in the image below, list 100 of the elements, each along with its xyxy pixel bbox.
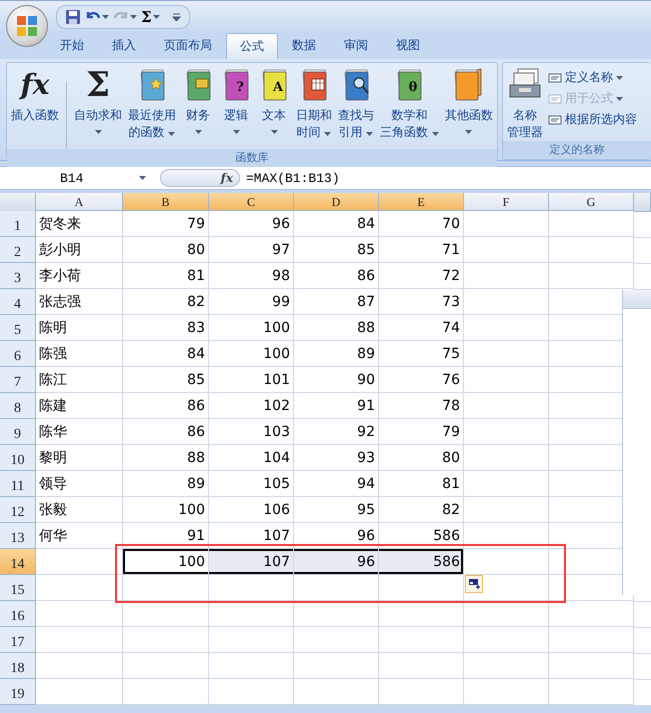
column-header[interactable]: C <box>209 193 294 211</box>
name-box[interactable]: B14 <box>0 167 150 189</box>
table-cell: 90 <box>294 367 379 393</box>
table-cell: 79 <box>379 419 464 445</box>
row-header[interactable]: 19 <box>0 679 36 705</box>
column-header[interactable]: F <box>464 193 549 211</box>
customize-icon[interactable] <box>172 12 181 20</box>
column-header[interactable]: A <box>36 193 123 211</box>
table-cell: 贺冬来 <box>36 211 123 237</box>
table-cell: 93 <box>294 445 379 471</box>
table-cell: 86 <box>123 419 209 445</box>
row-header[interactable]: 9 <box>0 419 36 445</box>
table-cell: 97 <box>209 237 294 263</box>
insert-function-button[interactable]: fx <box>160 169 240 187</box>
table-cell: 100 <box>123 497 209 523</box>
table-cell: 张志强 <box>36 289 123 315</box>
table-cell: 83 <box>123 315 209 341</box>
table-cell: 张毅 <box>36 497 123 523</box>
paste-options-icon[interactable] <box>465 575 483 593</box>
table-cell: 81 <box>379 471 464 497</box>
table-cell: 96 <box>294 549 379 575</box>
list-icon <box>546 72 562 84</box>
table-cell: 98 <box>209 263 294 289</box>
ribbon-button[interactable]: 名称 管理器 <box>504 67 545 141</box>
table-cell: 陈建 <box>36 393 123 419</box>
table-cell: 100 <box>209 315 294 341</box>
row-header[interactable]: 16 <box>0 601 36 627</box>
ribbon-small-button[interactable]: 根据所选内容 <box>546 111 637 128</box>
caret-icon <box>152 14 160 18</box>
row-header[interactable]: 18 <box>0 653 36 679</box>
table-cell: 领导 <box>36 471 123 497</box>
row-header[interactable]: 8 <box>0 393 36 419</box>
ribbon-button[interactable]: 最近使用 的函数 <box>126 67 178 141</box>
table-cell: 陈明 <box>36 315 123 341</box>
table-cell: 586 <box>379 549 464 575</box>
save-icon[interactable] <box>65 8 81 24</box>
formula-field[interactable]: =MAX(B1:B13) <box>246 170 340 186</box>
row-header[interactable]: 7 <box>0 367 36 393</box>
ribbon-button[interactable]: 其他函数 <box>442 67 495 136</box>
ribbon-tab[interactable]: 数据 <box>278 32 330 59</box>
column-header[interactable]: G <box>549 193 634 211</box>
ribbon-button[interactable]: 财务 <box>180 67 216 136</box>
caret-icon <box>139 176 146 180</box>
list-icon <box>546 114 562 126</box>
row-header[interactable]: 13 <box>0 523 36 549</box>
table-cell: 89 <box>123 471 209 497</box>
ribbon-tab[interactable]: 页面布局 <box>150 32 226 59</box>
table-cell: 陈华 <box>36 419 123 445</box>
group-label: 函数库 <box>7 149 497 167</box>
ribbon-button[interactable]: ? 逻辑 <box>218 67 254 136</box>
ribbon-tab[interactable]: 审阅 <box>330 32 382 59</box>
row-header[interactable]: 10 <box>0 445 36 471</box>
table-cell: 76 <box>379 367 464 393</box>
table-cell: 100 <box>209 341 294 367</box>
row-header[interactable]: 3 <box>0 263 36 289</box>
ribbon-small-button[interactable]: 定义名称 <box>546 69 637 86</box>
ribbon-tab[interactable]: 开始 <box>46 32 98 59</box>
row-header[interactable]: 4 <box>0 289 36 315</box>
autosum-button[interactable]: Σ <box>141 8 160 26</box>
row-header[interactable]: 14 <box>0 549 36 575</box>
row-header[interactable]: 1 <box>0 211 36 237</box>
table-cell: 100 <box>123 549 209 575</box>
row-header[interactable]: 12 <box>0 497 36 523</box>
row-header[interactable]: 6 <box>0 341 36 367</box>
table-cell: 95 <box>294 497 379 523</box>
table-cell: 87 <box>294 289 379 315</box>
column-header[interactable]: E <box>379 193 464 211</box>
table-cell: 黎明 <box>36 445 123 471</box>
table-cell: 86 <box>123 393 209 419</box>
table-cell: 89 <box>294 341 379 367</box>
group-label: 定义的名称 <box>502 141 651 159</box>
column-header <box>634 193 651 212</box>
row-header[interactable]: 17 <box>0 627 36 653</box>
row-header[interactable]: 15 <box>0 575 36 601</box>
table-cell: 84 <box>294 211 379 237</box>
list-icon <box>546 92 562 104</box>
row-header[interactable]: 11 <box>0 471 36 497</box>
ribbon-button[interactable]: 查找与 引用 <box>336 67 376 141</box>
table-cell: 88 <box>294 315 379 341</box>
table-cell: 81 <box>123 263 209 289</box>
table-cell: 91 <box>294 393 379 419</box>
column-header[interactable]: B <box>123 193 209 211</box>
ribbon-tab[interactable]: 公式 <box>226 33 278 59</box>
ribbon-button[interactable]: Σ 自动求和 <box>72 67 124 136</box>
table-cell: 79 <box>123 211 209 237</box>
row-header[interactable]: 2 <box>0 237 36 263</box>
table-cell: 99 <box>209 289 294 315</box>
ribbon-tab[interactable]: 插入 <box>98 32 150 59</box>
ribbon-button[interactable]: 日期和 时间 <box>294 67 334 141</box>
ribbon-tab[interactable]: 视图 <box>382 32 434 59</box>
ribbon-button[interactable]: fx 插入函数 <box>9 67 61 124</box>
table-cell: 101 <box>209 367 294 393</box>
sigma-icon: Σ <box>86 67 110 103</box>
ribbon-button[interactable]: A 文本 <box>256 67 292 136</box>
ribbon-button[interactable]: θ 数学和 三角函数 <box>378 67 441 141</box>
table-cell: 94 <box>294 471 379 497</box>
column-header[interactable]: D <box>294 193 379 211</box>
table-cell: 96 <box>209 211 294 237</box>
row-header[interactable]: 5 <box>0 315 36 341</box>
table-cell: 何华 <box>36 523 123 549</box>
